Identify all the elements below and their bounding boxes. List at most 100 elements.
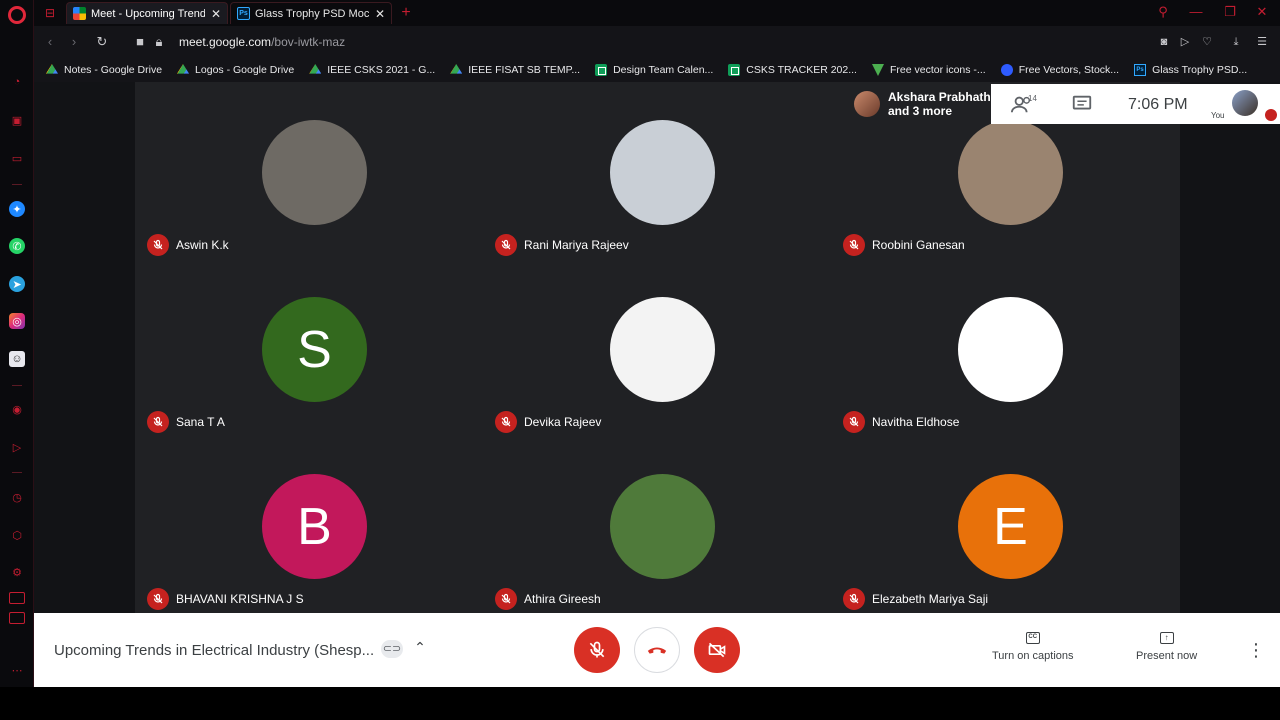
participant-tile[interactable]: E Elezabeth Mariya Saji (837, 436, 1185, 613)
discord-icon[interactable]: ☺ (9, 351, 25, 367)
more-icon[interactable]: ⋯ (9, 662, 25, 678)
address-bar: ‹ › ↻ ■ 🔒︎ meet.google.com/bov-iwtk-maz … (34, 26, 1280, 58)
bookmarks-bar: Notes - Google Drive Logos - Google Driv… (34, 58, 1280, 82)
attachment-icon[interactable]: ⊂⊃ (381, 640, 403, 658)
bookmark-item[interactable]: Free Vectors, Stock... (1000, 64, 1119, 76)
speed-dial-icon[interactable]: ◔ (9, 74, 25, 90)
workspace-icon[interactable] (9, 592, 25, 604)
url-field[interactable]: meet.google.com/bov-iwtk-maz (179, 35, 345, 49)
tab-bar: ⊟ Meet - Upcoming Trends in ✕ Ps Glass T… (34, 0, 1280, 26)
snapshot-icon[interactable]: ◙ (1157, 35, 1171, 49)
send-page-icon[interactable]: ▷ (1178, 35, 1192, 49)
reload-icon[interactable]: ↻ (94, 34, 110, 50)
drive-icon (450, 64, 463, 74)
heart-icon[interactable]: ♡ (1200, 35, 1214, 49)
captions-button[interactable]: CC Turn on captions (992, 632, 1074, 662)
participant-name: Rani Mariya Rajeev (524, 238, 629, 252)
meeting-controls-bar: Upcoming Trends in Electrical Industry (… (34, 613, 1280, 687)
bookmark-item[interactable]: Free vector icons -... (871, 64, 986, 76)
mic-off-icon (843, 234, 865, 256)
opera-logo-icon[interactable] (8, 6, 26, 24)
mic-off-icon (589, 641, 605, 658)
participant-tile[interactable]: Aswin K.k (141, 82, 489, 259)
participant-tile[interactable]: S Sana T A (141, 259, 489, 436)
new-tab-button[interactable]: + (398, 5, 414, 21)
screen-bottom-edge (0, 687, 1280, 720)
settings-icon[interactable]: ⚙ (9, 564, 25, 580)
camera-indicator-icon[interactable]: ■ (132, 34, 148, 49)
participant-label: Elezabeth Mariya Saji (843, 588, 988, 610)
mic-off-icon (147, 411, 169, 433)
minimize-icon[interactable]: — (1187, 4, 1205, 19)
participant-label: Athira Gireesh (495, 588, 601, 610)
restore-icon[interactable]: ❐ (1221, 4, 1239, 20)
bookmark-item[interactable]: Notes - Google Drive (46, 64, 162, 76)
download-icon[interactable]: ⤓ (1229, 35, 1243, 49)
speaker-more: and 3 more (888, 104, 953, 118)
easy-setup-icon[interactable]: ☰ (1255, 35, 1269, 49)
shopping-bag-icon[interactable]: ▣ (9, 112, 25, 128)
participant-label: Aswin K.k (147, 234, 229, 256)
tab-meet[interactable]: Meet - Upcoming Trends in ✕ (66, 2, 228, 24)
participant-tile[interactable]: B BHAVANI KRISHNA J S (141, 436, 489, 613)
whatsapp-icon[interactable]: ✆ (9, 238, 25, 254)
extensions-icon[interactable]: ⬡ (9, 527, 25, 543)
photoshop-icon: Ps (237, 7, 250, 20)
participant-name: Devika Rajeev (524, 415, 602, 429)
bookmark-item[interactable]: Logos - Google Drive (177, 64, 294, 76)
close-tab-icon[interactable]: ✕ (375, 7, 385, 21)
hang-up-icon (647, 647, 667, 654)
participant-tile[interactable]: Navitha Eldhose (837, 259, 1185, 436)
tab-menu-icon[interactable]: ⊟ (42, 5, 58, 21)
participant-tile[interactable]: Rani Mariya Rajeev (489, 82, 837, 259)
meeting-title[interactable]: Upcoming Trends in Electrical Industry (… (54, 642, 374, 659)
participant-tile[interactable]: Athira Gireesh (489, 436, 837, 613)
self-thumbnail[interactable] (1232, 90, 1258, 116)
send-icon[interactable]: ▷ (9, 439, 25, 455)
camera-toggle-button[interactable] (694, 627, 740, 673)
chevron-up-icon[interactable]: ⌃ (411, 639, 429, 657)
leave-call-button[interactable] (634, 627, 680, 673)
tab-glass-trophy[interactable]: Ps Glass Trophy PSD Mockup ✕ (230, 2, 392, 24)
workspace-2-icon[interactable] (9, 612, 25, 624)
back-icon[interactable]: ‹ (42, 34, 58, 49)
more-options-icon[interactable]: ⋮ (1247, 639, 1265, 661)
mic-off-icon (147, 234, 169, 256)
search-tabs-icon[interactable]: ⚲ (1154, 4, 1172, 20)
present-now-button[interactable]: ↑ Present now (1136, 632, 1197, 662)
messenger-icon[interactable]: ✦ (9, 201, 25, 217)
mic-off-icon (495, 234, 517, 256)
mic-toggle-button[interactable] (574, 627, 620, 673)
forward-icon[interactable]: › (66, 34, 82, 49)
meet-info-bar: 14 7:06 PM You (991, 84, 1280, 124)
bookmark-item[interactable]: CSKS TRACKER 202... (728, 64, 857, 76)
participant-name: Elezabeth Mariya Saji (872, 592, 989, 606)
close-tab-icon[interactable]: ✕ (211, 7, 221, 21)
participant-avatar (610, 120, 715, 225)
participant-tile[interactable]: Devika Rajeev (489, 259, 837, 436)
sheets-icon (595, 64, 608, 76)
bookmark-item[interactable]: Design Team Calen... (595, 64, 713, 76)
lock-icon[interactable]: 🔒︎ (151, 34, 167, 50)
active-speaker-panel[interactable]: Akshara Prabhath and 3 more (848, 84, 991, 124)
bookmark-item[interactable]: IEEE CSKS 2021 - G... (309, 64, 435, 76)
participant-avatar (610, 297, 715, 402)
mic-off-icon (843, 588, 865, 610)
participant-avatar: S (262, 297, 367, 402)
player-icon[interactable]: ◉ (9, 401, 25, 417)
telegram-icon[interactable]: ➤ (9, 276, 25, 292)
chat-icon[interactable] (1071, 94, 1093, 114)
self-label: You (1211, 111, 1225, 120)
tab-title: Meet - Upcoming Trends in (91, 7, 205, 20)
participant-name: BHAVANI KRISHNA J S (176, 592, 304, 606)
instagram-icon[interactable]: ◎ (9, 313, 25, 329)
bookmark-item[interactable]: IEEE FISAT SB TEMP... (450, 64, 580, 76)
captions-label: Turn on captions (992, 650, 1074, 662)
meeting-clock: 7:06 PM (1128, 96, 1188, 113)
speaker-avatar (854, 91, 880, 117)
bookmark-item[interactable]: Ps Glass Trophy PSD... (1134, 64, 1247, 76)
twitch-icon[interactable]: ▭ (9, 150, 25, 166)
history-icon[interactable]: ◷ (9, 489, 25, 505)
mic-off-icon (495, 411, 517, 433)
close-window-icon[interactable]: ✕ (1253, 4, 1271, 20)
